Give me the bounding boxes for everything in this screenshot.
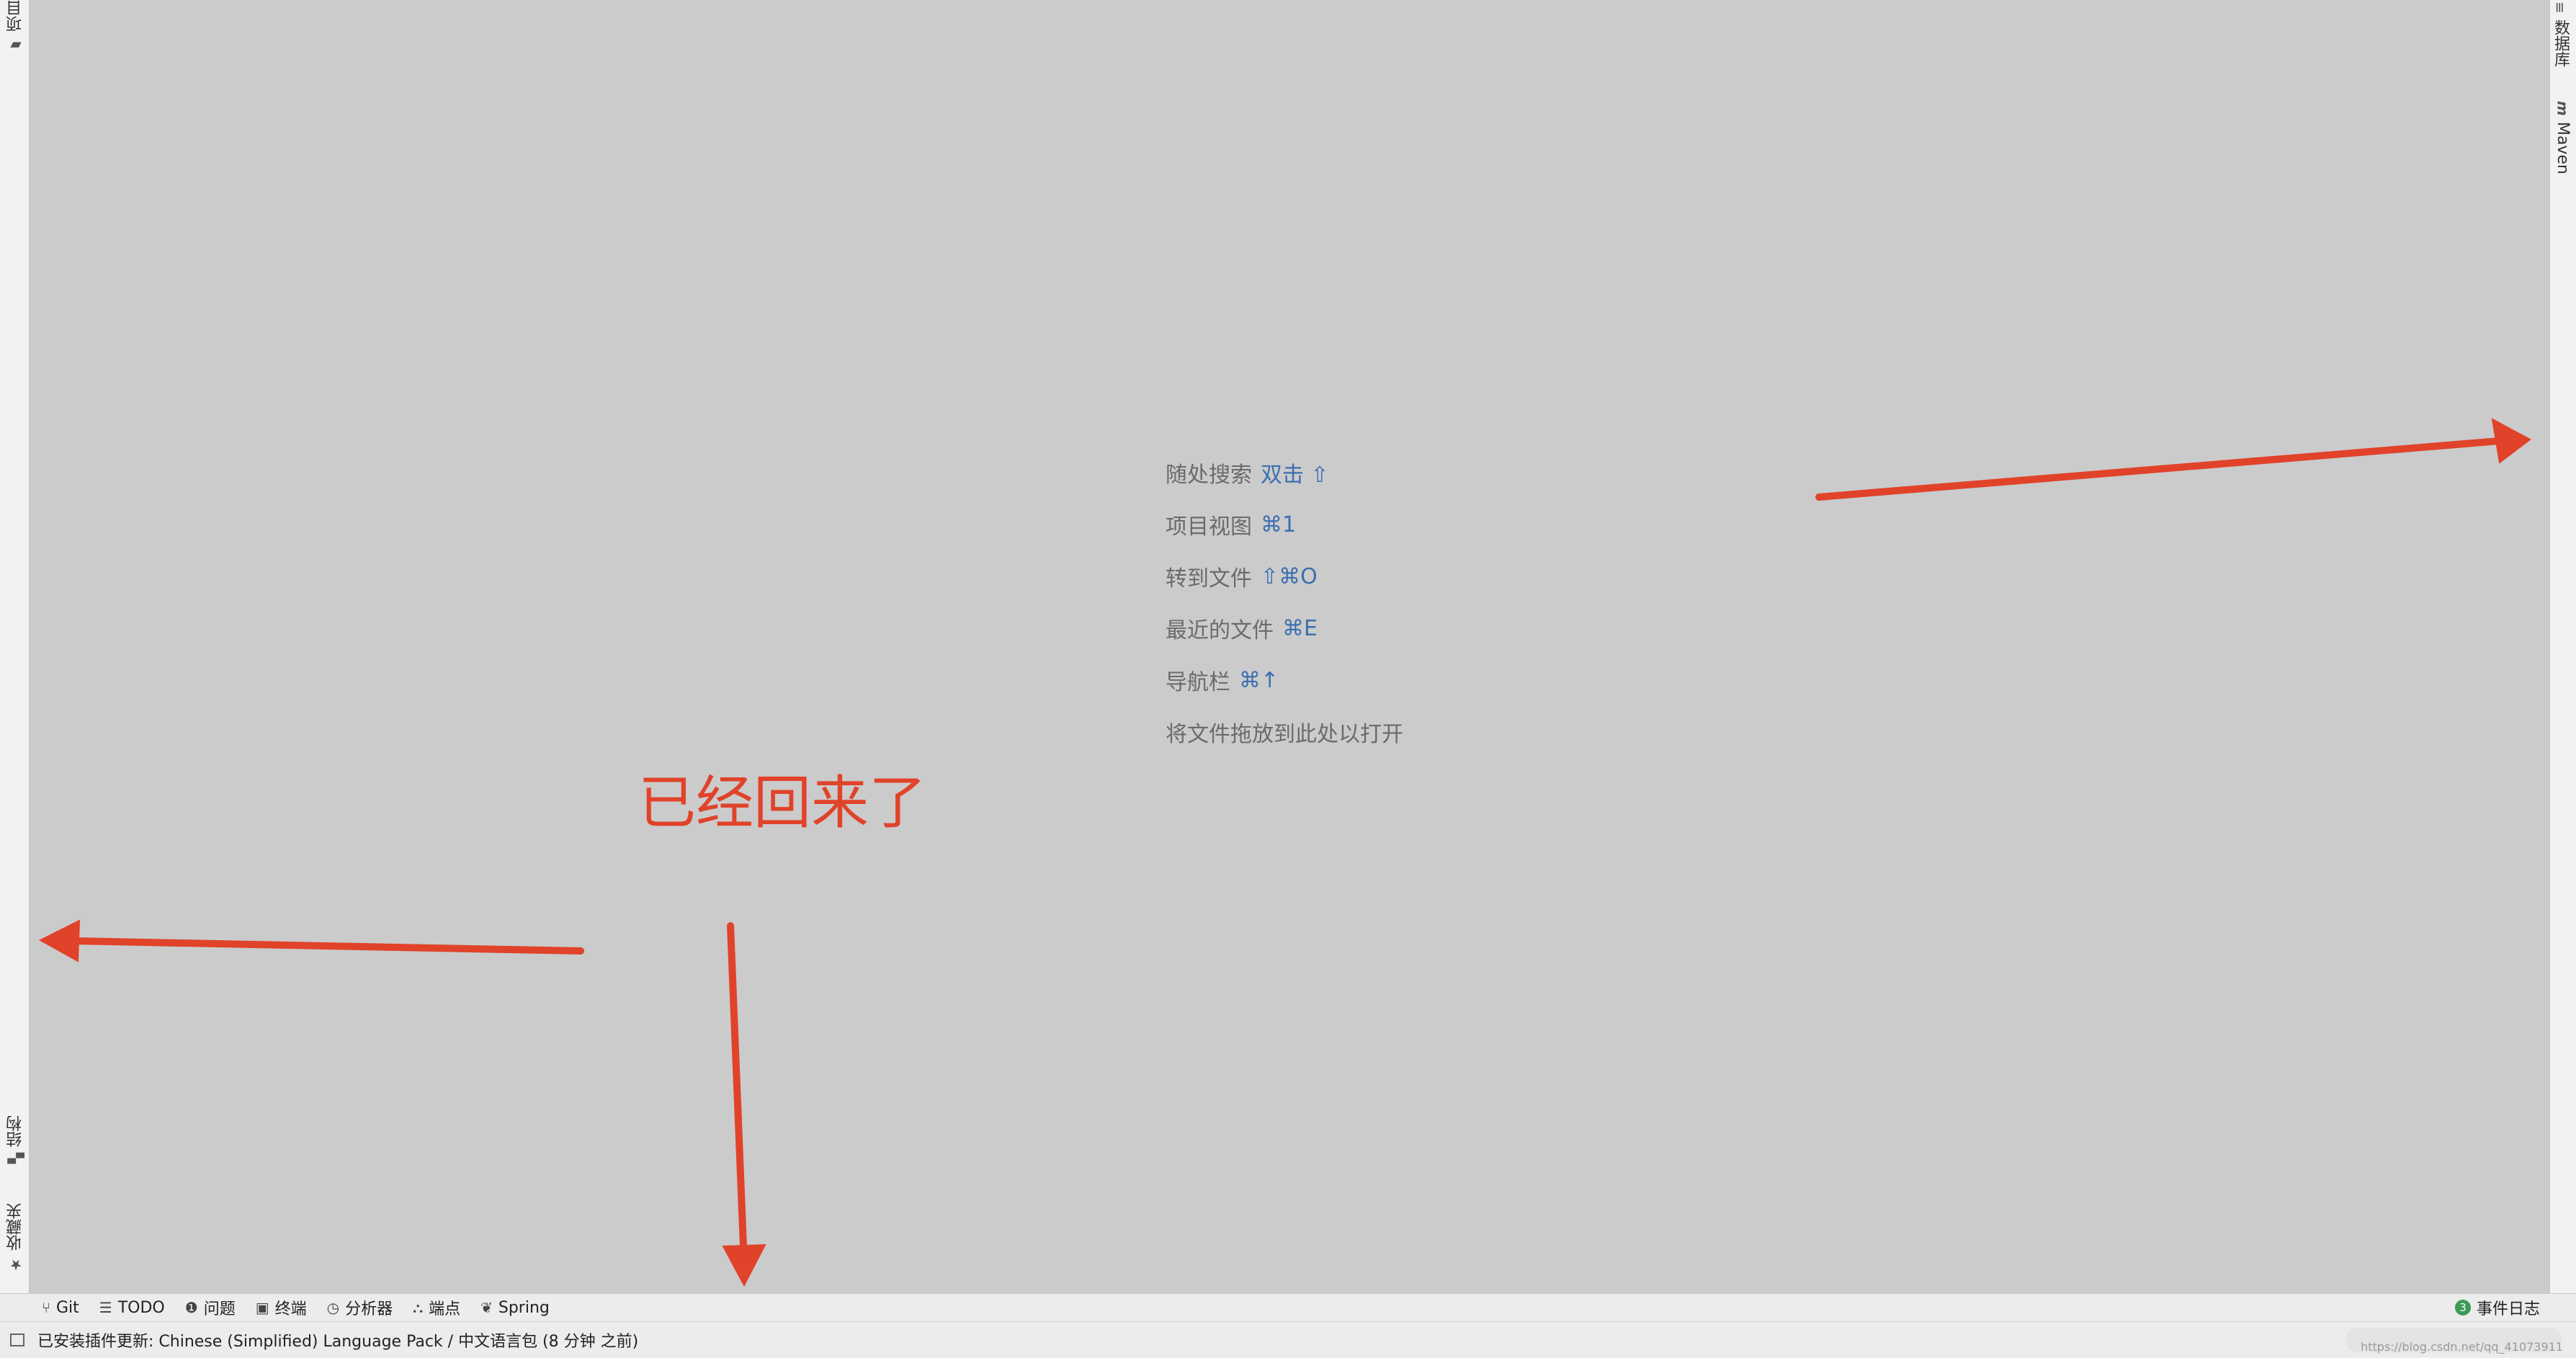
hint-shortcut: 双击 ⇧ xyxy=(1261,463,1329,488)
todo-tool-button[interactable]: ☰ TODO xyxy=(89,1294,175,1321)
database-icon: ≡ xyxy=(2552,1,2569,14)
hint-project-view: 项目视图 ⌘1 xyxy=(1166,499,1403,550)
profiler-tool-button[interactable]: ◷ 分析器 xyxy=(317,1294,403,1321)
endpoints-label: 端点 xyxy=(429,1300,461,1318)
right-tool-strip: ≡ 数据库 m Maven xyxy=(2549,0,2576,1293)
git-tool-button[interactable]: ⑂ Git xyxy=(32,1294,89,1321)
hint-recent-files: 最近的文件 ⌘E xyxy=(1166,602,1403,654)
event-count-badge: 3 xyxy=(2454,1300,2471,1315)
hint-label: 随处搜索 xyxy=(1166,463,1252,488)
list-icon: ☰ xyxy=(99,1299,112,1316)
hint-shortcut: ⌘1 xyxy=(1261,512,1297,537)
endpoints-icon: ⛬ xyxy=(413,1299,424,1316)
spring-label: Spring xyxy=(498,1298,550,1317)
tab-favorites[interactable]: ★ 收藏夹 xyxy=(4,1203,27,1274)
tab-project-label: 项目 xyxy=(6,0,24,32)
warning-icon: ❶ xyxy=(184,1299,198,1316)
hint-label: 项目视图 xyxy=(1166,514,1252,540)
problems-tool-button[interactable]: ❶ 问题 xyxy=(175,1294,246,1321)
hint-search-everywhere: 随处搜索 双击 ⇧ xyxy=(1166,447,1403,499)
hint-label: 导航栏 xyxy=(1166,670,1230,695)
tool-window-bar: ⑂ Git ☰ TODO ❶ 问题 ▣ 终端 ◷ 分析器 ⛬ 端点 ❦ Spri… xyxy=(0,1293,2576,1321)
hint-drop-files: 将文件拖放到此处以打开 xyxy=(1166,706,1403,758)
terminal-icon: ▣ xyxy=(255,1299,269,1316)
status-message[interactable]: 已安装插件更新: Chinese (Simplified) Language P… xyxy=(37,1328,638,1352)
window-toggle-icon[interactable] xyxy=(10,1334,24,1346)
spring-leaf-icon: ❦ xyxy=(480,1299,493,1316)
editor-empty-hints: 随处搜索 双击 ⇧ 项目视图 ⌘1 转到文件 ⇧⌘O 最近的文件 ⌘E 导航栏 … xyxy=(1166,447,1403,758)
hint-shortcut: ⌘↑ xyxy=(1239,667,1279,693)
hint-label: 最近的文件 xyxy=(1166,618,1274,643)
todo-label: TODO xyxy=(117,1298,165,1317)
folder-icon: ▰ xyxy=(7,37,24,55)
terminal-label: 终端 xyxy=(274,1300,307,1318)
tab-project[interactable]: ▰ 项目 xyxy=(4,0,27,55)
endpoints-tool-button[interactable]: ⛬ 端点 xyxy=(403,1294,470,1321)
terminal-tool-button[interactable]: ▣ 终端 xyxy=(246,1294,317,1321)
watermark: https://blog.csdn.net/qq_41073911 xyxy=(2361,1340,2563,1354)
tab-structure[interactable]: ▚ 结构 xyxy=(4,1115,27,1163)
hint-navigation-bar: 导航栏 ⌘↑ xyxy=(1166,654,1403,706)
hint-shortcut: ⌘E xyxy=(1282,615,1318,641)
tab-maven[interactable]: m Maven xyxy=(2554,101,2572,174)
git-branch-icon: ⑂ xyxy=(42,1299,50,1316)
status-bar: 已安装插件更新: Chinese (Simplified) Language P… xyxy=(0,1321,2576,1358)
spring-tool-button[interactable]: ❦ Spring xyxy=(470,1294,560,1321)
hint-label: 将文件拖放到此处以打开 xyxy=(1166,722,1403,747)
annotation-text: 已经回来了 xyxy=(638,769,926,836)
event-log-label: 事件日志 xyxy=(2476,1300,2540,1318)
tab-structure-label: 结构 xyxy=(6,1115,24,1147)
problems-label: 问题 xyxy=(203,1300,236,1318)
structure-icon: ▚ xyxy=(7,1153,24,1164)
left-tool-strip: ▰ 项目 ▚ 结构 ★ 收藏夹 xyxy=(0,0,30,1293)
maven-icon: m xyxy=(2554,101,2572,116)
profiler-icon: ◷ xyxy=(326,1299,340,1316)
event-log-button[interactable]: 3 事件日志 xyxy=(2445,1294,2576,1321)
star-icon: ★ xyxy=(7,1256,24,1274)
tab-database[interactable]: ≡ 数据库 xyxy=(2549,1,2572,67)
tab-favorites-label: 收藏夹 xyxy=(6,1203,24,1251)
profiler-label: 分析器 xyxy=(345,1300,393,1318)
tab-database-label: 数据库 xyxy=(2552,19,2570,67)
tab-maven-label: Maven xyxy=(2554,121,2572,174)
git-label: Git xyxy=(56,1298,79,1317)
hint-go-to-file: 转到文件 ⇧⌘O xyxy=(1166,550,1403,602)
hint-label: 转到文件 xyxy=(1166,566,1252,591)
hint-shortcut: ⇧⌘O xyxy=(1261,563,1318,589)
